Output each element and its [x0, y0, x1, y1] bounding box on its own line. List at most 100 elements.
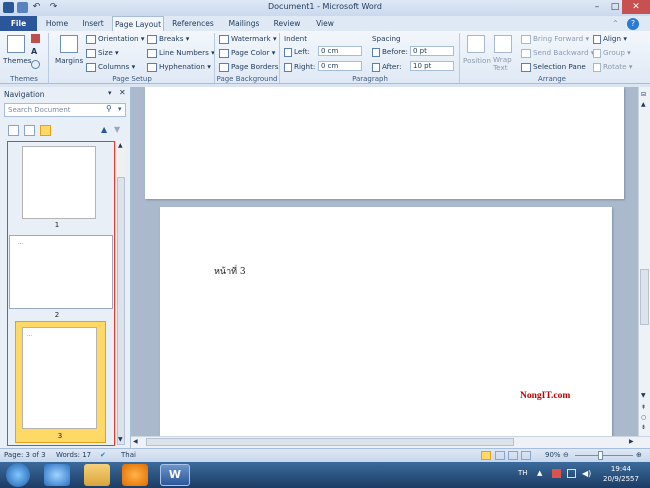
line-numbers-button[interactable]: Line Numbers ▾ — [147, 48, 215, 58]
full-screen-reading-icon[interactable] — [495, 451, 505, 460]
indent-left-input[interactable]: 0 cm — [318, 46, 362, 56]
theme-effects-icon[interactable] — [31, 60, 40, 69]
page-thumbnail-2[interactable]: … — [9, 235, 113, 309]
scroll-thumb[interactable] — [146, 438, 514, 446]
select-browse-object-icon[interactable]: ○ — [641, 414, 646, 421]
send-backward-button[interactable]: Send Backward ▾ — [521, 48, 594, 58]
align-button[interactable]: Align ▾ — [593, 34, 627, 44]
scroll-down-icon[interactable]: ▼ — [118, 436, 123, 443]
theme-fonts-icon[interactable]: A — [31, 47, 40, 56]
internet-explorer-icon[interactable] — [44, 464, 70, 486]
orientation-button[interactable]: Orientation ▾ — [86, 34, 144, 44]
indent-right-input[interactable]: 0 cm — [318, 61, 362, 71]
margins-icon[interactable] — [60, 35, 78, 53]
navigation-scrollbar[interactable]: ▲ ▼ — [115, 141, 126, 446]
browse-results-icon[interactable] — [40, 125, 51, 136]
tab-home[interactable]: Home — [40, 16, 74, 31]
document-page-3[interactable]: หน้าที่ 3 NongIT.com — [160, 207, 612, 436]
volume-icon[interactable]: ◀) — [582, 469, 591, 478]
clock-date[interactable]: 20/9/2557 — [600, 475, 642, 483]
selection-pane-button[interactable]: Selection Pane — [521, 62, 586, 72]
indent-label: Indent — [284, 34, 308, 43]
page-borders-button[interactable]: Page Borders — [219, 62, 279, 72]
scroll-thumb[interactable] — [640, 269, 649, 325]
minimize-ribbon-icon[interactable]: ⌃ — [612, 19, 622, 29]
tab-file[interactable]: File — [0, 16, 37, 31]
page-text[interactable]: หน้าที่ 3 — [214, 264, 246, 278]
word-taskbar-icon[interactable]: W — [160, 464, 190, 486]
page-count-status[interactable]: Page: 3 of 3 — [4, 449, 46, 462]
scroll-up-icon[interactable]: ▲ — [641, 101, 646, 108]
align-icon — [593, 34, 601, 44]
position-icon[interactable] — [467, 35, 485, 53]
tab-review[interactable]: Review — [268, 16, 306, 31]
document-page-2[interactable] — [145, 87, 624, 199]
previous-result-icon[interactable]: ▲ — [101, 125, 107, 134]
scroll-left-icon[interactable]: ◀ — [133, 438, 138, 445]
group-button[interactable]: Group ▾ — [593, 48, 631, 58]
zoom-level[interactable]: 90% — [545, 449, 561, 462]
zoom-slider-thumb[interactable] — [598, 451, 603, 460]
scroll-down-icon[interactable]: ▼ — [641, 392, 646, 399]
hyphenation-button[interactable]: Hyphenation ▾ — [147, 62, 211, 72]
ruler-toggle-icon[interactable]: ⊟ — [641, 91, 646, 98]
tab-view[interactable]: View — [308, 16, 342, 31]
watermark-button[interactable]: Watermark ▾ — [219, 34, 277, 44]
input-language-indicator[interactable]: TH — [518, 469, 528, 477]
indent-left-label: Left: — [284, 47, 310, 57]
vertical-scrollbar[interactable]: ⊟ ▲ ▼ ⇞ ○ ⇟ — [638, 87, 650, 436]
close-button[interactable]: ✕ — [622, 0, 650, 14]
zoom-in-icon[interactable]: ⊕ — [636, 449, 642, 462]
rotate-button[interactable]: Rotate ▾ — [593, 62, 632, 72]
size-button[interactable]: Size ▾ — [86, 48, 119, 58]
tab-mailings[interactable]: Mailings — [222, 16, 266, 31]
wrap-text-button[interactable]: Wrap Text — [493, 56, 515, 72]
outline-icon[interactable] — [521, 451, 531, 460]
scroll-right-icon[interactable]: ▶ — [629, 438, 634, 445]
spacing-before-input[interactable]: 0 pt — [410, 46, 454, 56]
browse-headings-icon[interactable] — [8, 125, 19, 136]
show-hidden-icons-icon[interactable]: ▲ — [537, 469, 542, 477]
horizontal-scrollbar[interactable]: ◀ ▶ — [131, 436, 650, 448]
page-thumbnail-3[interactable]: … — [22, 327, 97, 429]
tab-references[interactable]: References — [168, 16, 218, 31]
network-icon[interactable] — [567, 469, 576, 478]
print-layout-icon[interactable] — [481, 451, 491, 460]
themes-icon[interactable] — [7, 35, 25, 53]
tab-insert[interactable]: Insert — [76, 16, 110, 31]
clock-time[interactable]: 19:44 — [600, 465, 642, 473]
scroll-thumb[interactable] — [117, 177, 125, 445]
page-thumbnail-1[interactable] — [22, 146, 96, 219]
word-count-status[interactable]: Words: 17 — [56, 449, 91, 462]
nav-options-icon[interactable]: ▾ — [108, 89, 112, 97]
zoom-slider[interactable] — [575, 455, 633, 456]
search-icon[interactable]: ⚲ — [106, 104, 112, 113]
language-status[interactable]: Thai — [121, 449, 136, 462]
proofing-icon[interactable]: ✔ — [100, 449, 106, 462]
page-color-button[interactable]: Page Color ▾ — [219, 48, 275, 58]
browse-pages-icon[interactable] — [24, 125, 35, 136]
bring-forward-button[interactable]: Bring Forward ▾ — [521, 34, 589, 44]
next-result-icon[interactable]: ▼ — [114, 125, 120, 134]
columns-button[interactable]: Columns ▾ — [86, 62, 135, 72]
help-icon[interactable]: ? — [627, 18, 639, 30]
scroll-up-icon[interactable]: ▲ — [118, 142, 123, 149]
breaks-button[interactable]: Breaks ▾ — [147, 34, 189, 44]
tab-page-layout[interactable]: Page Layout — [112, 16, 164, 31]
web-layout-icon[interactable] — [508, 451, 518, 460]
action-center-icon[interactable] — [552, 469, 561, 478]
themes-button[interactable]: Themes — [3, 56, 32, 65]
file-explorer-icon[interactable] — [84, 464, 110, 486]
theme-colors-icon[interactable] — [31, 34, 40, 43]
position-button[interactable]: Position — [463, 56, 491, 65]
margins-button[interactable]: Margins — [55, 56, 83, 65]
search-dropdown-icon[interactable]: ▾ — [118, 105, 122, 113]
nav-close-icon[interactable]: ✕ — [119, 88, 126, 97]
wrap-text-icon[interactable] — [494, 35, 512, 53]
previous-page-icon[interactable]: ⇞ — [641, 404, 646, 411]
start-button[interactable] — [6, 463, 30, 487]
spacing-after-input[interactable]: 10 pt — [410, 61, 454, 71]
zoom-out-icon[interactable]: ⊖ — [563, 449, 569, 462]
media-player-icon[interactable] — [122, 464, 148, 486]
next-page-icon[interactable]: ⇟ — [641, 424, 646, 431]
